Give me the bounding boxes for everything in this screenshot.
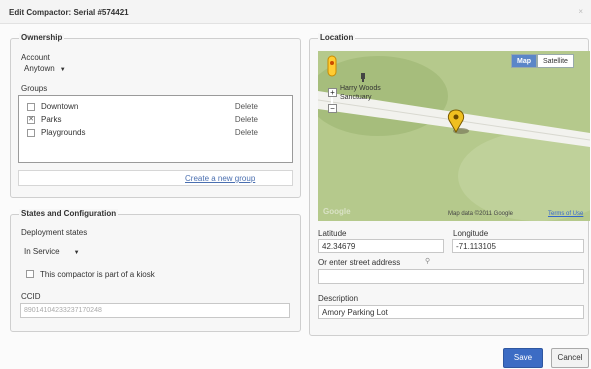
create-group-link[interactable]: Create a new group — [185, 174, 255, 183]
latitude-label: Latitude — [318, 229, 347, 238]
longitude-label: Longitude — [453, 229, 489, 238]
description-field[interactable]: Amory Parking Lot — [318, 305, 584, 319]
zoom-out-button[interactable]: − — [328, 104, 337, 113]
list-item: Downtown Delete — [19, 102, 292, 113]
zoom-in-button[interactable]: + — [328, 88, 337, 97]
map-place-label-line2: Sanctuary — [340, 94, 372, 101]
map-terms-link[interactable]: Terms of Use — [548, 211, 583, 217]
save-button[interactable]: Save — [503, 348, 543, 368]
delete-group-link[interactable]: Delete — [235, 102, 258, 111]
location-legend: Location — [318, 33, 356, 42]
google-logo: Google — [323, 207, 351, 216]
delete-group-link[interactable]: Delete — [235, 128, 258, 137]
cancel-button[interactable]: Cancel — [551, 348, 589, 368]
ccid-field[interactable]: 89014104233237170248 — [20, 303, 290, 318]
map-marker-icon[interactable] — [446, 108, 472, 138]
map-type-toggle: Map Satellite — [511, 54, 574, 68]
groups-label: Groups — [21, 84, 48, 93]
longitude-field[interactable]: -71.113105 — [452, 239, 584, 253]
deployment-select[interactable]: In Service ▼ — [24, 247, 80, 256]
chevron-down-icon: ▼ — [59, 67, 66, 73]
description-label: Description — [318, 294, 359, 303]
map-place-label: Harry Woods Sanctuary — [340, 84, 381, 102]
delete-group-link[interactable]: Delete — [235, 115, 258, 124]
ownership-legend: Ownership — [19, 33, 65, 42]
group-name: Downtown — [41, 102, 79, 111]
search-icon[interactable]: ⚲ — [425, 257, 430, 265]
list-item: Playgrounds Delete — [19, 128, 292, 139]
edit-compactor-dialog: Edit Compactor: Serial #574421 × Ownersh… — [0, 0, 591, 369]
street-address-field[interactable] — [318, 269, 584, 284]
map-type-map-button[interactable]: Map — [511, 54, 537, 68]
states-legend: States and Configuration — [19, 209, 119, 218]
account-value: Anytown — [24, 64, 55, 73]
latitude-field[interactable]: 42.34679 — [318, 239, 444, 253]
group-name: Parks — [41, 115, 62, 124]
place-marker-icon — [361, 73, 365, 82]
street-address-label: Or enter street address — [318, 258, 401, 267]
account-label: Account — [21, 53, 50, 62]
dialog-title: Edit Compactor: Serial #574421 — [9, 8, 129, 17]
deployment-label: Deployment states — [21, 228, 88, 237]
kiosk-checkbox[interactable] — [26, 270, 34, 278]
dialog-titlebar: Edit Compactor: Serial #574421 × — [0, 0, 591, 24]
group-checkbox-playgrounds[interactable] — [27, 129, 35, 137]
account-select[interactable]: Anytown ▼ — [24, 64, 66, 73]
map-copyright: Map data ©2011 Google — [448, 211, 514, 217]
group-checkbox-downtown[interactable] — [27, 103, 35, 111]
map-type-satellite-button[interactable]: Satellite — [537, 54, 574, 68]
deployment-value: In Service — [24, 247, 60, 256]
map-place-label-line1: Harry Woods — [340, 85, 381, 92]
ccid-label: CCID — [21, 292, 41, 301]
close-icon[interactable]: × — [578, 7, 583, 16]
chevron-down-icon: ▼ — [73, 250, 80, 256]
groups-list: Downtown Delete ✕ Parks Delete Playgroun… — [18, 95, 293, 163]
list-item: ✕ Parks Delete — [19, 115, 292, 126]
group-name: Playgrounds — [41, 128, 86, 137]
group-checkbox-parks[interactable]: ✕ — [27, 116, 35, 124]
kiosk-label: This compactor is part of a kiosk — [40, 270, 155, 279]
